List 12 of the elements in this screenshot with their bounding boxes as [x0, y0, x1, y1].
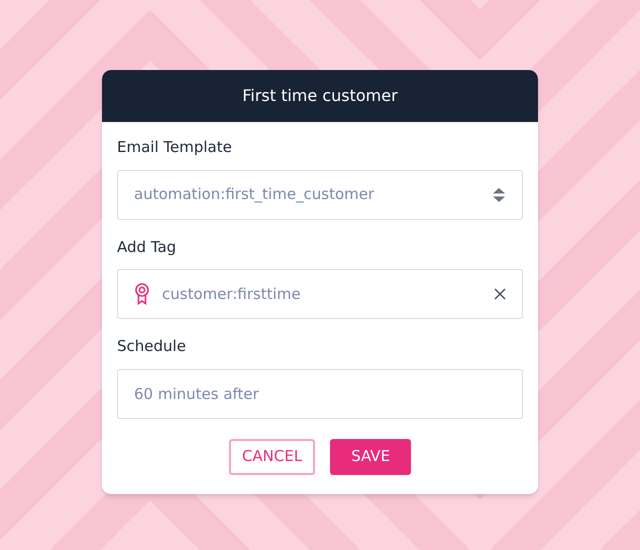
save-button[interactable]: SAVE — [330, 438, 412, 474]
tag-input[interactable]: customer:firsttime — [117, 269, 523, 319]
sort-arrows-icon — [492, 186, 506, 202]
cancel-button[interactable]: CANCEL — [228, 438, 316, 474]
field-label: Schedule — [117, 336, 187, 357]
template-select[interactable]: automation:first_time_customer — [117, 170, 523, 220]
field-label: Add Tag — [117, 236, 178, 258]
dialog-title: First time customer — [242, 85, 398, 107]
field-label: Email Template — [117, 137, 233, 158]
schedule-field[interactable]: 60 minutes after — [117, 368, 523, 418]
close-icon[interactable] — [494, 288, 506, 300]
ribbon-badge-icon — [134, 283, 150, 305]
